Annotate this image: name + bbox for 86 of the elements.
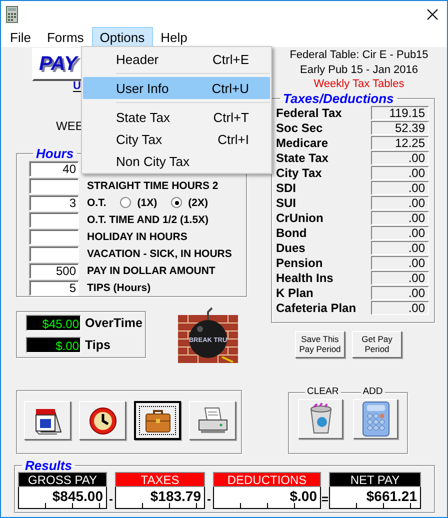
input-field[interactable]: 40 bbox=[29, 160, 79, 176]
field-label: HOLIDAY IN HOURS bbox=[87, 230, 188, 242]
value-display: 12.25 bbox=[371, 136, 429, 150]
printer-icon bbox=[196, 406, 228, 436]
input-field[interactable] bbox=[29, 212, 79, 228]
input-field[interactable]: 500 bbox=[29, 262, 79, 278]
result-value: $845.00 bbox=[18, 487, 107, 509]
input-field[interactable] bbox=[29, 246, 79, 262]
menu-item[interactable]: File bbox=[2, 27, 39, 47]
value-display: .00 bbox=[371, 181, 429, 195]
amount-display: $45.00 bbox=[26, 315, 81, 331]
tax-label: State Tax bbox=[276, 151, 330, 165]
menu-item[interactable]: Help bbox=[152, 27, 196, 47]
menu-option[interactable]: City Tax Ctrl+I bbox=[83, 128, 270, 150]
group-title: Results bbox=[24, 459, 73, 472]
info-text: Early Pub 15 - Jan 2016 bbox=[298, 62, 420, 77]
input-field[interactable]: 5 bbox=[29, 280, 79, 296]
tax-label: Federal Tax bbox=[276, 106, 343, 120]
radio-button[interactable]: (2X) bbox=[171, 196, 208, 208]
amount-label: OverTime bbox=[85, 316, 142, 330]
bomb-logo-drawing bbox=[178, 307, 238, 364]
operator-sign: - bbox=[206, 491, 212, 506]
value-display: .00 bbox=[371, 151, 429, 165]
result-value: $661.21 bbox=[329, 487, 421, 509]
tax-label: SUI bbox=[276, 196, 298, 210]
menu-item[interactable]: Forms bbox=[38, 27, 92, 47]
info-text: Federal Table: Cir E - Pub15 bbox=[288, 48, 430, 62]
input-field[interactable] bbox=[29, 178, 79, 194]
field-label: VACATION - SICK, IN HOURS bbox=[87, 248, 232, 260]
tax-label: Bond bbox=[276, 226, 308, 240]
field-label: PAY IN DOLLAR AMOUNT bbox=[87, 264, 216, 276]
tax-label: Soc Sec bbox=[276, 121, 324, 135]
radio-button[interactable]: (1X) bbox=[120, 196, 158, 208]
close-icon[interactable] bbox=[427, 8, 438, 20]
menu-item[interactable]: Options bbox=[92, 27, 153, 47]
operator-sign: - bbox=[108, 491, 114, 506]
toolbar-button[interactable] bbox=[134, 401, 181, 440]
value-display: .00 bbox=[371, 226, 429, 240]
value-display: .00 bbox=[371, 211, 429, 225]
amount-display: $.00 bbox=[26, 337, 81, 353]
value-display: .00 bbox=[371, 166, 429, 180]
result-value: $183.79 bbox=[115, 487, 205, 509]
field-label: O.T. bbox=[87, 196, 106, 208]
period-button[interactable]: Get Pay Period bbox=[352, 330, 402, 358]
add-button[interactable] bbox=[353, 399, 398, 439]
menu-option[interactable]: Non City Tax bbox=[83, 150, 270, 172]
tax-label: CrUnion bbox=[276, 211, 324, 225]
group-title: Hours bbox=[35, 147, 75, 160]
value-display: 119.15 bbox=[371, 106, 429, 120]
menu-option[interactable]: User Info Ctrl+U bbox=[83, 77, 270, 99]
field-label: O.T. TIME AND 1/2 (1.5X) bbox=[87, 214, 209, 226]
trash-can-icon bbox=[308, 403, 334, 435]
result-header: GROSS PAY bbox=[18, 472, 107, 487]
operator-sign: = bbox=[321, 491, 329, 506]
result-value: $.00 bbox=[213, 487, 321, 509]
value-display: .00 bbox=[371, 301, 429, 315]
field-label: STRAIGHT TIME HOURS 2 bbox=[87, 180, 218, 192]
calculator-icon bbox=[362, 401, 390, 437]
tax-label: Dues bbox=[276, 241, 306, 255]
result-header: DEDUCTIONS bbox=[213, 472, 321, 487]
group-title: Taxes/Deductions bbox=[282, 92, 395, 104]
field-label: TIPS (Hours) bbox=[87, 282, 151, 294]
menu-option[interactable]: State Tax Ctrl+T bbox=[83, 106, 270, 128]
tax-label: K Plan bbox=[276, 286, 314, 300]
input-field[interactable]: 3 bbox=[29, 194, 79, 210]
value-display: .00 bbox=[371, 256, 429, 270]
value-display: .00 bbox=[371, 286, 429, 300]
period-button[interactable]: Save This Pay Period bbox=[295, 330, 345, 358]
tax-label: SDI bbox=[276, 181, 298, 195]
tax-label: Pension bbox=[276, 256, 324, 270]
info-text: Weekly Tax Tables bbox=[312, 77, 406, 92]
value-display: .00 bbox=[371, 196, 429, 210]
tax-label: City Tax bbox=[276, 166, 323, 180]
value-display: 52.39 bbox=[371, 121, 429, 135]
app-icon bbox=[6, 6, 18, 22]
clear-button[interactable] bbox=[298, 399, 343, 439]
tax-label: Health Ins bbox=[276, 271, 334, 285]
tax-label: Medicare bbox=[276, 136, 330, 150]
tax-label: Cafeteria Plan bbox=[276, 301, 358, 315]
clock-icon bbox=[88, 406, 118, 436]
result-header: TAXES bbox=[115, 472, 205, 487]
value-display: .00 bbox=[371, 271, 429, 285]
value-display: .00 bbox=[371, 241, 429, 255]
amount-label: Tips bbox=[85, 338, 110, 352]
result-header: NET PAY bbox=[329, 472, 421, 487]
input-field[interactable] bbox=[29, 228, 79, 244]
